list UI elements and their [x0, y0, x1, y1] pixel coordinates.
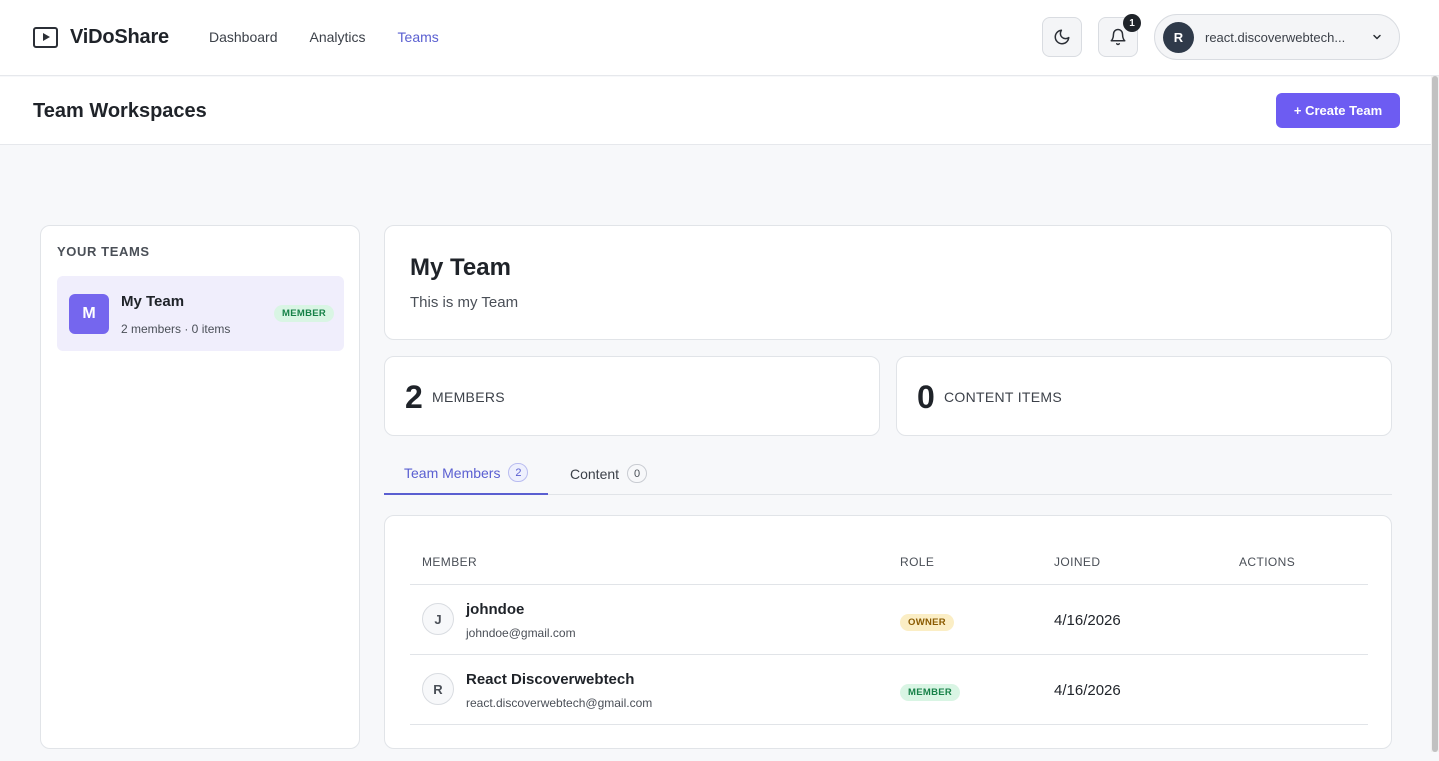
member-email: johndoe@gmail.com	[466, 626, 576, 640]
content-label: CONTENT ITEMS	[944, 389, 1062, 405]
main-nav: Dashboard Analytics Teams	[209, 29, 439, 45]
user-name: react.discoverwebtech...	[1205, 29, 1346, 45]
members-count: 2	[405, 379, 423, 415]
bell-icon	[1110, 28, 1126, 46]
tab-label: Team Members	[404, 464, 501, 481]
member-joined-date: 4/16/2026	[1054, 612, 1121, 629]
member-email: react.discoverwebtech@gmail.com	[466, 696, 653, 710]
members-table-card: MEMBER ROLE JOINED ACTIONS J johndoe joh…	[384, 515, 1392, 749]
page-scrollbar[interactable]	[1431, 76, 1439, 752]
create-team-button[interactable]: + Create Team	[1276, 93, 1400, 128]
notifications-button[interactable]: 1	[1098, 14, 1141, 57]
member-name: React Discoverwebtech	[466, 671, 635, 688]
top-navbar: ViDoShare Dashboard Analytics Teams 1 R …	[0, 0, 1439, 76]
team-tabs: Team Members 2 Content 0	[384, 452, 1392, 495]
tab-content[interactable]: Content 0	[550, 452, 667, 495]
theme-toggle-button[interactable]	[1042, 17, 1082, 57]
tab-count-badge: 0	[627, 464, 648, 483]
table-header: MEMBER ROLE JOINED ACTIONS	[410, 552, 1368, 585]
team-info-card: My Team This is my Team	[384, 225, 1392, 340]
content-stat-card: 0 CONTENT ITEMS	[896, 356, 1392, 436]
tab-label: Content	[570, 465, 620, 482]
role-badge: OWNER	[900, 614, 954, 631]
moon-icon	[1054, 29, 1070, 45]
role-badge: MEMBER	[900, 684, 961, 701]
teams-sidebar: YOUR TEAMS M My Team 2 members · 0 items…	[40, 225, 360, 749]
nav-analytics[interactable]: Analytics	[310, 29, 366, 45]
user-avatar: R	[1163, 21, 1194, 53]
column-header-member: MEMBER	[422, 555, 478, 569]
table-row: R React Discoverwebtech react.discoverwe…	[410, 655, 1368, 725]
scrollbar-thumb[interactable]	[1432, 76, 1438, 752]
tab-count-badge: 2	[508, 463, 529, 482]
nav-dashboard[interactable]: Dashboard	[209, 29, 278, 45]
column-header-actions: ACTIONS	[1239, 555, 1296, 569]
brand-logo[interactable]: ViDoShare	[33, 26, 169, 49]
role-badge: MEMBER	[274, 305, 335, 322]
team-title: My Team	[410, 254, 511, 281]
chevron-down-icon	[1373, 34, 1381, 40]
member-name: johndoe	[466, 601, 525, 618]
member-avatar: J	[422, 603, 454, 635]
content-count: 0	[917, 379, 935, 415]
team-avatar: M	[69, 294, 109, 334]
table-row: J johndoe johndoe@gmail.com OWNER 4/16/2…	[410, 585, 1368, 655]
page-header: Team Workspaces + Create Team	[0, 77, 1439, 145]
members-stat-card: 2 MEMBERS	[384, 356, 880, 436]
nav-teams[interactable]: Teams	[398, 29, 439, 45]
notification-count-badge: 1	[1123, 14, 1141, 32]
column-header-role: ROLE	[900, 555, 935, 569]
column-header-joined: JOINED	[1054, 555, 1101, 569]
member-joined-date: 4/16/2026	[1054, 682, 1121, 699]
team-description: This is my Team	[410, 294, 519, 311]
sidebar-title: YOUR TEAMS	[57, 244, 150, 259]
team-item-name: My Team	[121, 293, 185, 310]
sidebar-team-item[interactable]: M My Team 2 members · 0 items MEMBER	[57, 276, 344, 351]
member-avatar: R	[422, 673, 454, 705]
tab-team-members[interactable]: Team Members 2	[384, 452, 549, 495]
page-title: Team Workspaces	[33, 100, 207, 122]
brand-name: ViDoShare	[70, 26, 169, 48]
members-label: MEMBERS	[432, 389, 505, 405]
team-item-meta: 2 members · 0 items	[121, 322, 231, 336]
video-play-icon	[33, 27, 58, 48]
user-menu-button[interactable]: R react.discoverwebtech...	[1154, 14, 1400, 60]
